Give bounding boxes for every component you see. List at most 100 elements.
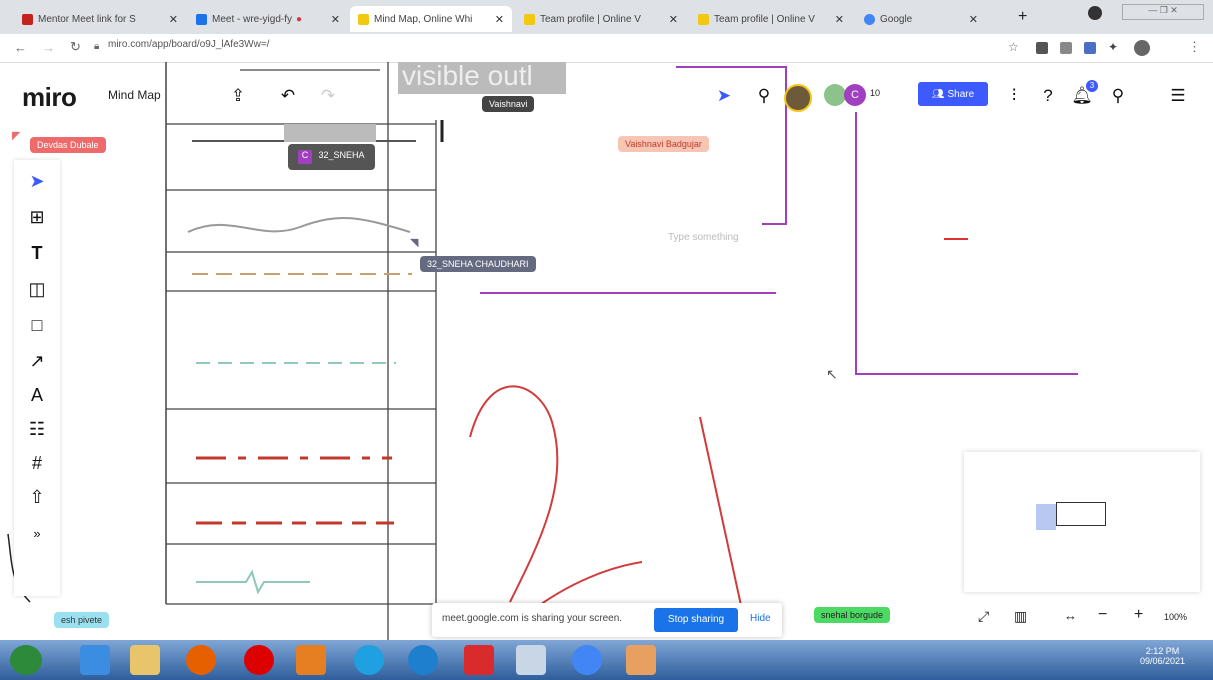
cursor-pointer-icon: ◥: [410, 237, 419, 249]
miro-logo[interactable]: miro: [22, 82, 77, 113]
upload-tool-icon[interactable]: ⇧: [24, 484, 50, 510]
hide-button[interactable]: Hide: [750, 613, 771, 624]
system-tray[interactable]: [860, 652, 1060, 668]
taskbar-clock[interactable]: 2:12 PM 09/06/2021: [1140, 646, 1185, 666]
templates-tool-icon[interactable]: ⊞: [24, 204, 50, 230]
cursor-label: Vaishnavi Badgujar: [618, 136, 709, 152]
map-icon[interactable]: ▥: [1014, 608, 1027, 625]
select-tool-icon[interactable]: ➤: [24, 168, 50, 194]
extension-icon[interactable]: [1036, 42, 1048, 54]
tab-label: Mind Map, Online Whi: [374, 13, 473, 25]
canvas-rect[interactable]: [284, 124, 376, 142]
reactions-icon[interactable]: ➤: [712, 84, 736, 108]
acrobat-icon[interactable]: [464, 645, 494, 675]
cursor-label: Devdas Dubale: [30, 137, 106, 153]
minimap-viewport[interactable]: [1056, 502, 1106, 526]
browser-tab-active[interactable]: Mind Map, Online Whi ✕: [350, 6, 512, 32]
close-tab-icon[interactable]: ✕: [327, 13, 340, 26]
close-tab-icon[interactable]: ✕: [831, 13, 844, 26]
gmail-icon: [22, 13, 33, 25]
browser-tab[interactable]: Meet - wre-yigd-fy ● ✕: [188, 6, 348, 32]
zoom-out-icon[interactable]: −: [1098, 606, 1107, 624]
search-zoom-icon[interactable]: ⚲: [752, 84, 776, 108]
account-icon[interactable]: [1088, 6, 1102, 20]
close-tab-icon[interactable]: ✕: [965, 13, 978, 26]
file-explorer-icon[interactable]: [130, 645, 160, 675]
participant-count[interactable]: 10: [870, 88, 880, 98]
redo-icon[interactable]: ↷: [316, 84, 340, 108]
zoom-level[interactable]: 100%: [1164, 612, 1187, 622]
reload-icon[interactable]: ↻: [70, 39, 81, 55]
cursor-name: 32_SNEHA: [318, 150, 365, 160]
forward-icon[interactable]: →: [42, 40, 55, 55]
tab-label: Meet - wre-yigd-fy: [212, 13, 293, 25]
profile-avatar[interactable]: [1134, 40, 1150, 56]
browser-tab[interactable]: Team profile | Online V ✕: [690, 6, 852, 32]
opera-icon[interactable]: [244, 645, 274, 675]
word-icon[interactable]: [516, 645, 546, 675]
zoom-in-icon[interactable]: +: [1134, 606, 1143, 624]
close-tab-icon[interactable]: ✕: [491, 13, 504, 26]
pen-tool-icon[interactable]: A: [24, 382, 50, 408]
browser-tab[interactable]: Team profile | Online V ✕: [516, 6, 686, 32]
shape-tool-icon[interactable]: □: [24, 312, 50, 338]
browser-tab[interactable]: Mentor Meet link for S ✕: [14, 6, 186, 32]
start-button[interactable]: [10, 645, 42, 675]
google-icon: [864, 13, 875, 25]
share-button[interactable]: 👥︎ Share: [918, 82, 988, 106]
bookmark-star-icon[interactable]: ☆: [1008, 40, 1019, 54]
people-icon: 👥︎: [931, 88, 945, 100]
frame-tool-icon[interactable]: #: [24, 450, 50, 476]
share-banner-text: meet.google.com is sharing your screen.: [442, 613, 623, 624]
search-icon[interactable]: ⚲: [1106, 84, 1130, 108]
participant-avatar[interactable]: C: [844, 84, 866, 106]
media-player-icon[interactable]: [296, 645, 326, 675]
settings-sliders-icon[interactable]: ⫶: [1002, 84, 1026, 108]
export-icon[interactable]: ⇪: [226, 84, 250, 108]
ie-icon[interactable]: [80, 645, 110, 675]
canvas-text-heading[interactable]: visible outl: [398, 62, 566, 94]
participant-avatar[interactable]: [824, 84, 846, 106]
app-icon[interactable]: [354, 645, 384, 675]
miro-icon: [358, 13, 369, 25]
extension-icon[interactable]: [1084, 42, 1096, 54]
lock-icon: 🔒︎: [94, 41, 100, 52]
fit-to-screen-icon[interactable]: ↔: [1064, 608, 1077, 623]
text-tool-icon[interactable]: T: [24, 240, 50, 266]
window-controls[interactable]: — ❐ ✕: [1122, 4, 1204, 20]
extension-icon[interactable]: [1060, 42, 1072, 54]
app-icon[interactable]: [626, 645, 656, 675]
firefox-icon[interactable]: [186, 645, 216, 675]
back-icon[interactable]: ←: [14, 40, 27, 55]
sticky-note-tool-icon[interactable]: ◫: [24, 276, 50, 302]
cursor-label: Vaishnavi: [482, 96, 535, 112]
url-field[interactable]: miro.com/app/board/o9J_lAfe3Ww=/: [108, 39, 269, 50]
menu-icon[interactable]: ⋮: [1188, 39, 1201, 55]
connection-line-tool-icon[interactable]: ↗: [24, 348, 50, 374]
close-tab-icon[interactable]: ✕: [665, 13, 678, 26]
puzzle-icon[interactable]: ✦: [1108, 40, 1118, 54]
chrome-icon[interactable]: [572, 645, 602, 675]
cursor-label: snehal borgude: [814, 607, 891, 623]
minimap[interactable]: [964, 452, 1200, 592]
new-tab-button[interactable]: +: [1018, 8, 1027, 26]
close-tab-icon[interactable]: ✕: [165, 13, 178, 26]
board-name[interactable]: Mind Map: [108, 88, 161, 102]
tab-label: Google: [880, 13, 913, 25]
comment-tool-icon[interactable]: ☷: [24, 416, 50, 442]
browser-tab[interactable]: Google ✕: [856, 6, 986, 32]
help-icon[interactable]: ?: [1036, 84, 1060, 108]
miro-icon: [524, 13, 535, 25]
text-placeholder[interactable]: Type something: [668, 232, 739, 243]
fullscreen-icon[interactable]: ⤢: [978, 608, 989, 625]
tab-label: Team profile | Online V: [714, 13, 815, 25]
stop-sharing-button[interactable]: Stop sharing: [654, 608, 738, 632]
edge-icon[interactable]: [408, 645, 438, 675]
user-avatar[interactable]: [784, 84, 812, 112]
board-menu-icon[interactable]: ☰: [1166, 84, 1190, 108]
more-tools-icon[interactable]: »: [24, 520, 50, 546]
undo-icon[interactable]: ↶: [276, 84, 300, 108]
cursor-label: esh pivete: [54, 612, 110, 628]
miro-icon: [698, 13, 709, 25]
left-toolbar: ➤ ⊞ T ◫ □ ↗ A ☷ # ⇧ »: [14, 160, 60, 596]
